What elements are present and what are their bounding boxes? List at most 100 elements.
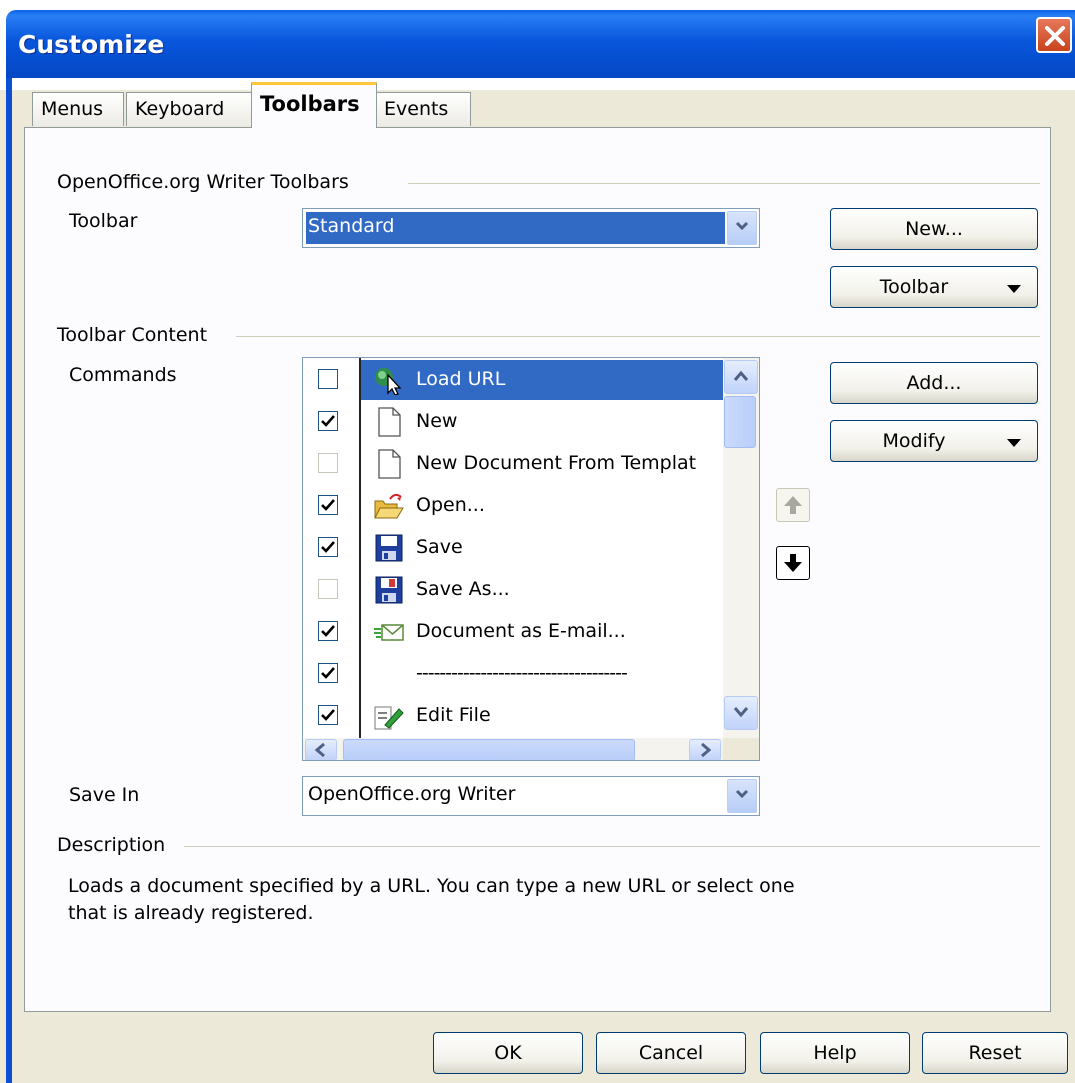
toolbars-section-heading: OpenOffice.org Writer Toolbars	[57, 171, 349, 193]
checkmark-icon	[321, 625, 335, 637]
checkmark-icon	[321, 667, 335, 679]
arrow-down-icon	[784, 554, 802, 572]
tab-menus[interactable]: Menus	[32, 92, 124, 126]
checkmark-icon	[321, 541, 335, 553]
separator-label: ------------------------------------	[416, 662, 628, 684]
cancel-button[interactable]: Cancel	[596, 1032, 746, 1074]
button-label: Reset	[968, 1042, 1022, 1064]
new-document-icon	[378, 407, 401, 437]
command-checkbox[interactable]	[318, 621, 338, 641]
close-icon	[1045, 26, 1065, 46]
horizontal-scrollbar[interactable]	[303, 738, 723, 760]
button-label: OK	[494, 1042, 522, 1064]
tab-keyboard[interactable]: Keyboard	[126, 92, 252, 126]
tab-toolbars[interactable]: Toolbars	[251, 82, 377, 128]
caret-down-icon	[1007, 439, 1021, 447]
command-checkbox[interactable]	[318, 411, 338, 431]
chevron-left-icon	[314, 742, 325, 758]
scrollbar-corner	[723, 738, 759, 760]
command-checkbox[interactable]	[318, 537, 338, 557]
command-label: Save	[416, 536, 463, 558]
chevron-down-icon	[733, 707, 749, 718]
command-checkbox[interactable]	[318, 705, 338, 725]
list-item[interactable]: ------------------------------------	[303, 652, 723, 694]
commands-list[interactable]: Load URL New New Document From Templat O…	[302, 357, 760, 761]
title-bar-background	[6, 10, 1075, 78]
chevron-up-icon	[733, 370, 749, 381]
scroll-left-button[interactable]	[305, 739, 337, 760]
open-folder-icon	[374, 493, 404, 519]
command-label: New	[416, 410, 458, 432]
vertical-scroll-thumb[interactable]	[724, 396, 756, 448]
arrow-up-icon	[784, 496, 802, 514]
command-checkbox[interactable]	[318, 495, 338, 515]
command-label: Document as E-mail...	[416, 620, 626, 642]
command-label: Load URL	[416, 368, 506, 390]
tab-label: Menus	[41, 98, 104, 120]
modify-menu-button[interactable]: Modify	[830, 420, 1038, 462]
command-checkbox[interactable]	[318, 453, 338, 473]
description-text: Loads a document specified by a URL. You…	[68, 873, 908, 927]
command-label: Save As...	[416, 578, 510, 600]
command-label: Edit File	[416, 704, 491, 726]
command-label: New Document From Templat	[416, 452, 697, 474]
button-label: Help	[813, 1042, 857, 1064]
load-url-icon	[375, 368, 402, 395]
vertical-scrollbar[interactable]	[723, 358, 759, 738]
toolbar-select[interactable]: Standard	[302, 208, 760, 248]
button-label: Add...	[906, 372, 962, 394]
toolbar-select-value: Standard	[305, 211, 726, 245]
list-item[interactable]: Open...	[303, 484, 723, 526]
button-label: Cancel	[638, 1042, 704, 1064]
help-button[interactable]: Help	[760, 1032, 910, 1074]
scroll-up-button[interactable]	[724, 360, 758, 394]
command-label: Open...	[416, 494, 485, 516]
command-checkbox[interactable]	[318, 579, 338, 599]
chevron-right-icon	[701, 742, 712, 758]
close-button[interactable]	[1036, 17, 1072, 53]
command-checkbox[interactable]	[318, 369, 338, 389]
checkmark-icon	[321, 709, 335, 721]
list-item[interactable]: Save	[303, 526, 723, 568]
list-item[interactable]: Save As...	[303, 568, 723, 610]
new-toolbar-button[interactable]: New...	[830, 208, 1038, 250]
tab-label: Keyboard	[135, 98, 225, 120]
move-up-button[interactable]	[776, 488, 810, 522]
edit-file-icon	[374, 706, 404, 730]
toolbar-menu-button[interactable]: Toolbar	[830, 266, 1038, 308]
save-icon	[375, 534, 403, 562]
chevron-down-icon	[735, 789, 749, 799]
list-item[interactable]: Document as E-mail...	[303, 610, 723, 652]
horizontal-scroll-thumb[interactable]	[343, 739, 635, 760]
move-down-button[interactable]	[776, 546, 810, 580]
tab-events[interactable]: Events	[375, 92, 471, 126]
toolbar-label: Toolbar	[69, 210, 138, 232]
save-in-select[interactable]: OpenOffice.org Writer	[302, 776, 760, 816]
tab-label: Events	[384, 98, 449, 120]
ok-button[interactable]: OK	[433, 1032, 583, 1074]
list-item[interactable]: Load URL	[303, 358, 723, 400]
save-as-icon	[375, 576, 403, 604]
description-line: Loads a document specified by a URL. You…	[68, 875, 795, 897]
section-divider	[236, 336, 1040, 337]
save-in-dropdown-button[interactable]	[727, 779, 757, 813]
tab-label: Toolbars	[260, 92, 360, 116]
reset-button[interactable]: Reset	[922, 1032, 1068, 1074]
scroll-right-button[interactable]	[689, 739, 721, 760]
description-line: that is already registered.	[68, 902, 314, 924]
caret-down-icon	[1007, 285, 1021, 293]
save-in-value: OpenOffice.org Writer	[308, 783, 516, 805]
chevron-down-icon	[735, 221, 749, 231]
scroll-down-button[interactable]	[724, 696, 758, 730]
new-document-icon	[378, 449, 401, 479]
email-icon	[374, 624, 404, 641]
commands-label: Commands	[69, 364, 177, 386]
section-divider	[408, 183, 1040, 184]
add-command-button[interactable]: Add...	[830, 362, 1038, 404]
toolbar-dropdown-button[interactable]	[727, 211, 757, 245]
list-item[interactable]: New	[303, 400, 723, 442]
command-checkbox[interactable]	[318, 663, 338, 683]
list-item[interactable]: New Document From Templat	[303, 442, 723, 484]
description-heading: Description	[57, 834, 166, 856]
list-item[interactable]: Edit File	[303, 694, 723, 738]
